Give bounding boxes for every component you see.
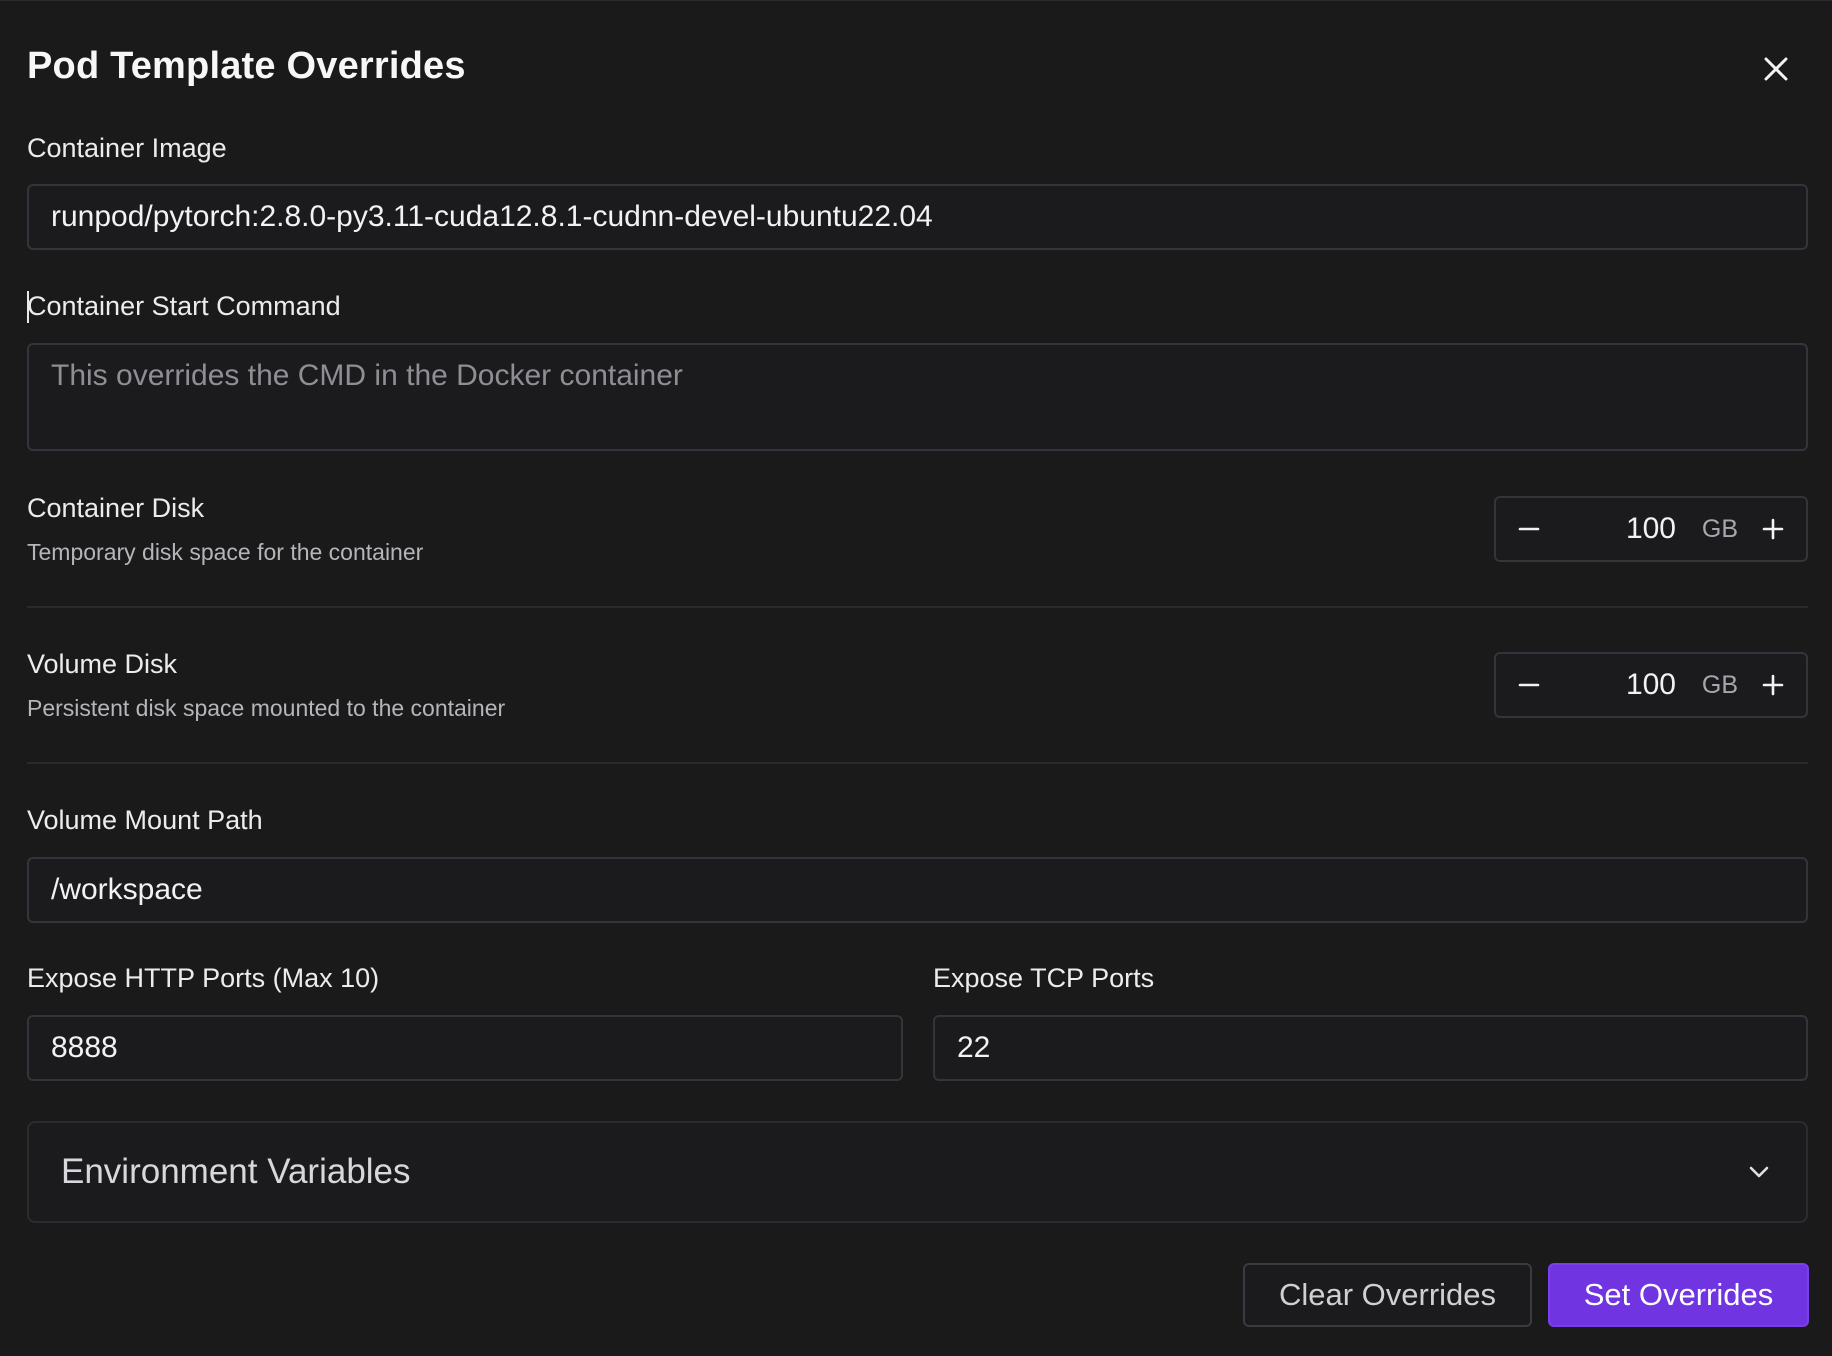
volume-disk-unit: GB xyxy=(1701,670,1738,699)
http-ports-value: 8888 xyxy=(51,1031,118,1064)
close-button[interactable] xyxy=(1756,49,1796,89)
http-ports-label: Expose HTTP Ports (Max 10) xyxy=(27,963,380,993)
http-ports-input[interactable]: 8888 xyxy=(27,1015,903,1081)
volume-disk-stepper[interactable]: 100 GB xyxy=(1494,652,1808,718)
volume-disk-decrement-button[interactable] xyxy=(1502,654,1556,716)
start-command-textarea[interactable]: This overrides the CMD in the Docker con… xyxy=(27,343,1808,451)
minus-icon xyxy=(1518,683,1540,687)
plus-icon xyxy=(1762,674,1784,696)
section-divider xyxy=(27,762,1808,764)
container-image-value: runpod/pytorch:2.8.0-py3.11-cuda12.8.1-c… xyxy=(51,200,933,233)
container-disk-description: Temporary disk space for the container xyxy=(27,539,424,565)
volume-mount-label: Volume Mount Path xyxy=(27,805,263,835)
volume-disk-label: Volume Disk xyxy=(27,649,178,679)
environment-variables-accordion[interactable]: Environment Variables xyxy=(27,1121,1808,1223)
container-disk-increment-button[interactable] xyxy=(1746,498,1800,560)
volume-mount-input[interactable]: /workspace xyxy=(27,857,1808,923)
pod-template-overrides-dialog: Pod Template Overrides Container Image r… xyxy=(0,0,1832,1356)
close-icon xyxy=(1764,57,1788,81)
tcp-ports-value: 22 xyxy=(957,1031,991,1064)
volume-mount-value: /workspace xyxy=(51,873,203,906)
plus-icon xyxy=(1762,518,1784,540)
environment-variables-title: Environment Variables xyxy=(61,1152,411,1191)
container-disk-stepper[interactable]: 100 GB xyxy=(1494,496,1808,562)
container-image-input[interactable]: runpod/pytorch:2.8.0-py3.11-cuda12.8.1-c… xyxy=(27,184,1808,250)
start-command-label: Container Start Command xyxy=(27,291,341,321)
clear-overrides-button[interactable]: Clear Overrides xyxy=(1243,1263,1532,1327)
tcp-ports-input[interactable]: 22 xyxy=(933,1015,1808,1081)
accordion-toggle[interactable] xyxy=(1746,1123,1772,1221)
tcp-ports-label: Expose TCP Ports xyxy=(933,963,1155,993)
section-divider xyxy=(27,606,1808,608)
container-disk-label: Container Disk xyxy=(27,493,205,523)
minus-icon xyxy=(1518,527,1540,531)
volume-disk-description: Persistent disk space mounted to the con… xyxy=(27,695,506,721)
set-overrides-button[interactable]: Set Overrides xyxy=(1548,1263,1809,1327)
container-disk-value[interactable]: 100 xyxy=(1626,498,1676,560)
volume-disk-value[interactable]: 100 xyxy=(1626,654,1676,716)
container-disk-unit: GB xyxy=(1701,514,1738,543)
dialog-title: Pod Template Overrides xyxy=(27,45,466,87)
volume-disk-increment-button[interactable] xyxy=(1746,654,1800,716)
container-image-label: Container Image xyxy=(27,133,227,163)
start-command-placeholder: This overrides the CMD in the Docker con… xyxy=(51,359,683,392)
chevron-down-icon xyxy=(1749,1166,1769,1178)
container-disk-decrement-button[interactable] xyxy=(1502,498,1556,560)
